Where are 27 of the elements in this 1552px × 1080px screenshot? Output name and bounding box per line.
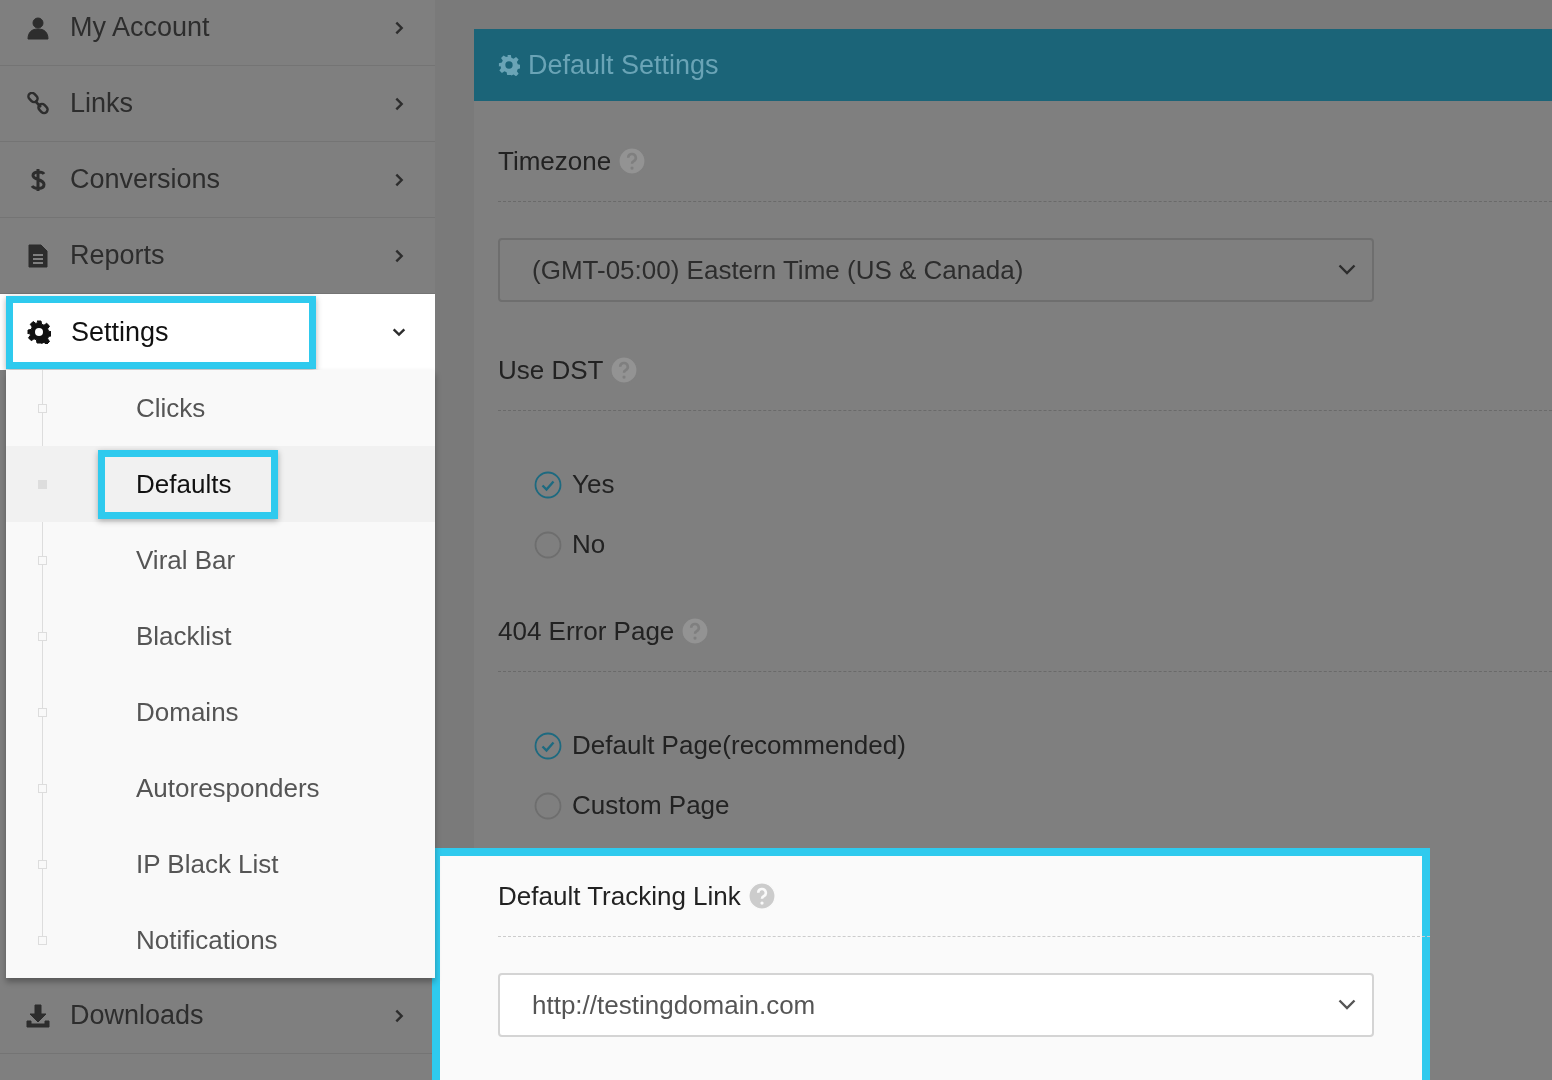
dropdown-field[interactable]: http://testingdomain.com: [498, 973, 1374, 1037]
submenu-item[interactable]: Notifications: [136, 918, 278, 962]
download-icon: [26, 1003, 50, 1028]
field-label: Timezone: [498, 145, 612, 177]
settings-icon: [27, 320, 51, 344]
radio-option[interactable]: No: [534, 529, 1552, 560]
field-label: 404 Error Page: [498, 615, 675, 647]
document-icon: [26, 243, 50, 268]
submenu-item[interactable]: Clicks: [136, 386, 206, 430]
caret-icon: [1338, 999, 1356, 1011]
user-icon: [26, 15, 50, 40]
settings-icon: [498, 54, 520, 76]
field-label: Use DST: [498, 354, 604, 386]
radio-option[interactable]: Default Page(recommended): [534, 730, 1552, 761]
submenu-item[interactable]: Defaults: [98, 449, 279, 519]
link-icon: [26, 91, 50, 116]
submenu-item[interactable]: Blacklist: [136, 614, 232, 658]
radio-option[interactable]: Yes: [534, 469, 1552, 500]
submenu-item[interactable]: Autoresponders: [136, 766, 320, 810]
panel-title: Default Settings: [528, 49, 719, 81]
submenu-item[interactable]: Domains: [136, 690, 239, 734]
submenu-item[interactable]: Viral Bar: [136, 538, 236, 582]
submenu-item[interactable]: IP Black List: [136, 842, 279, 886]
radio-option[interactable]: Custom Page: [534, 790, 1552, 821]
caret-icon: [1338, 264, 1356, 276]
sidebar-item[interactable]: Settings: [6, 295, 316, 369]
field-label: Default Tracking Link: [498, 880, 741, 912]
